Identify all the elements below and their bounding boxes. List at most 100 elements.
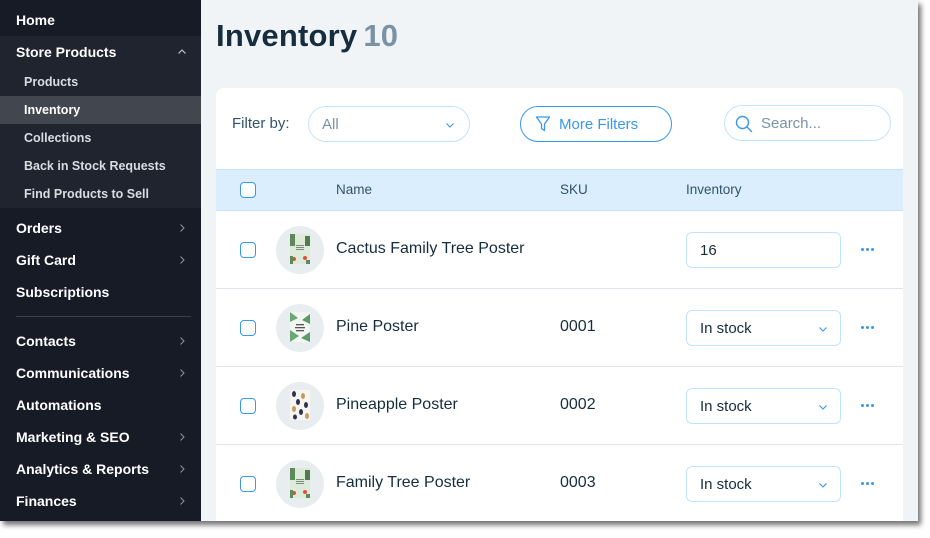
product-sku: 0001 <box>560 318 596 335</box>
sidebar-item-subscriptions[interactable]: Subscriptions <box>0 276 201 308</box>
more-filters-label: More Filters <box>559 115 639 133</box>
sidebar-item-label: Contacts <box>16 333 76 349</box>
app-window: Home Store Products Products Inventory C… <box>0 0 918 521</box>
sidebar-item-automations[interactable]: Automations <box>0 389 201 421</box>
product-name[interactable]: Pineapple Poster <box>336 396 458 414</box>
sidebar-subitem-find-products-to-sell[interactable]: Find Products to Sell <box>0 180 201 208</box>
cactus-poster-image <box>290 234 310 264</box>
more-icon-dot <box>865 247 869 251</box>
sidebar-item-label: Home <box>16 12 55 28</box>
more-actions-button[interactable] <box>856 319 878 335</box>
product-name[interactable]: Family Tree Poster <box>336 474 470 492</box>
sidebar-item-label: Finances <box>16 493 77 509</box>
row-checkbox[interactable] <box>240 242 256 258</box>
product-thumbnail <box>276 304 324 352</box>
sidebar-item-marketing-seo[interactable]: Marketing & SEO <box>0 421 201 453</box>
sidebar-item-label: Store Products <box>16 44 117 60</box>
chevron-right-icon <box>180 224 185 232</box>
sidebar-subitem-collections[interactable]: Collections <box>0 124 201 152</box>
filter-icon <box>535 116 551 132</box>
table-row[interactable]: Pine Poster 0001 In stock <box>216 289 903 367</box>
sidebar-item-home[interactable]: Home <box>0 4 201 36</box>
sidebar-item-orders[interactable]: Orders <box>0 212 201 244</box>
sidebar-subitem-inventory[interactable]: Inventory <box>0 96 201 124</box>
more-icon-dot <box>870 247 874 251</box>
sidebar-item-gift-card[interactable]: Gift Card <box>0 244 201 276</box>
inventory-status-value: In stock <box>700 398 752 415</box>
inventory-status-value: In stock <box>700 320 752 337</box>
product-thumbnail <box>276 460 324 508</box>
more-icon-dot <box>860 247 864 251</box>
more-icon-dot <box>870 325 874 329</box>
select-all-checkbox[interactable] <box>240 182 256 198</box>
sidebar-item-communications[interactable]: Communications <box>0 357 201 389</box>
inventory-status-dropdown[interactable]: In stock <box>686 388 841 424</box>
column-header-sku[interactable]: SKU <box>560 182 588 197</box>
chevron-right-icon <box>180 337 185 345</box>
filter-dropdown[interactable]: All <box>308 106 470 142</box>
product-name[interactable]: Pine Poster <box>336 318 419 336</box>
chevron-down-icon <box>446 123 454 128</box>
sidebar-item-label: Communications <box>16 365 130 381</box>
inventory-status-dropdown[interactable]: In stock <box>686 466 841 502</box>
sidebar-subitem-label: Inventory <box>24 103 81 117</box>
sidebar-item-label: Gift Card <box>16 252 76 268</box>
chevron-right-icon <box>180 433 185 441</box>
sidebar-item-finances[interactable]: Finances <box>0 485 201 517</box>
table-row[interactable]: Family Tree Poster 0003 In stock <box>216 445 903 521</box>
more-actions-button[interactable] <box>856 241 878 257</box>
sidebar-subitem-label: Products <box>24 75 79 89</box>
more-icon-dot <box>865 481 869 485</box>
product-name[interactable]: Cactus Family Tree Poster <box>336 240 525 258</box>
pine-poster-image <box>290 312 310 342</box>
filter-value: All <box>322 116 339 133</box>
cactus-poster-image <box>290 468 310 498</box>
table-row[interactable]: Pineapple Poster 0002 In stock <box>216 367 903 445</box>
sidebar-subitem-label: Back in Stock Requests <box>24 159 166 173</box>
chevron-down-icon <box>819 327 827 332</box>
search-input[interactable] <box>761 113 881 133</box>
inventory-status-dropdown[interactable]: In stock <box>686 310 841 346</box>
inventory-card: Filter by: All More Filters Name SKU Inv… <box>216 88 903 521</box>
row-checkbox[interactable] <box>240 476 256 492</box>
chevron-right-icon <box>180 369 185 377</box>
column-header-inventory[interactable]: Inventory <box>686 182 742 197</box>
chevron-down-icon <box>819 483 827 488</box>
sidebar-item-label: Marketing & SEO <box>16 429 130 445</box>
more-icon-dot <box>860 325 864 329</box>
product-sku: 0002 <box>560 396 596 413</box>
pineapple-poster-image <box>290 390 310 420</box>
more-icon-dot <box>870 403 874 407</box>
page-title-text: Inventory <box>216 18 358 53</box>
table-row[interactable]: Cactus Family Tree Poster <box>216 211 903 289</box>
more-icon-dot <box>865 403 869 407</box>
sidebar-subitem-label: Collections <box>24 131 92 145</box>
row-checkbox[interactable] <box>240 398 256 414</box>
more-actions-button[interactable] <box>856 475 878 491</box>
sidebar-subitem-products[interactable]: Products <box>0 68 201 96</box>
row-checkbox[interactable] <box>240 320 256 336</box>
more-icon-dot <box>870 481 874 485</box>
item-count: 10 <box>363 18 399 53</box>
more-actions-button[interactable] <box>856 397 878 413</box>
sidebar-item-contacts[interactable]: Contacts <box>0 325 201 357</box>
table-header: Name SKU Inventory <box>216 169 903 211</box>
sidebar-item-analytics-reports[interactable]: Analytics & Reports <box>0 453 201 485</box>
sidebar-subitem-back-in-stock-requests[interactable]: Back in Stock Requests <box>0 152 201 180</box>
inventory-quantity-input[interactable] <box>686 232 841 268</box>
product-sku: 0003 <box>560 474 596 491</box>
search-icon <box>735 115 753 133</box>
sidebar-divider <box>16 316 191 317</box>
chevron-down-icon <box>819 405 827 410</box>
sidebar: Home Store Products Products Inventory C… <box>0 0 201 521</box>
sidebar-item-label: Orders <box>16 220 62 236</box>
sidebar-item-label: Automations <box>16 397 102 413</box>
sidebar-item-label: Subscriptions <box>16 284 110 300</box>
filter-label: Filter by: <box>232 115 290 132</box>
chevron-right-icon <box>180 497 185 505</box>
sidebar-item-store-products[interactable]: Store Products <box>0 36 201 68</box>
page-title: Inventory 10 <box>216 18 398 54</box>
column-header-name[interactable]: Name <box>336 182 372 197</box>
search-box[interactable] <box>724 105 891 141</box>
more-filters-button[interactable]: More Filters <box>520 106 672 142</box>
